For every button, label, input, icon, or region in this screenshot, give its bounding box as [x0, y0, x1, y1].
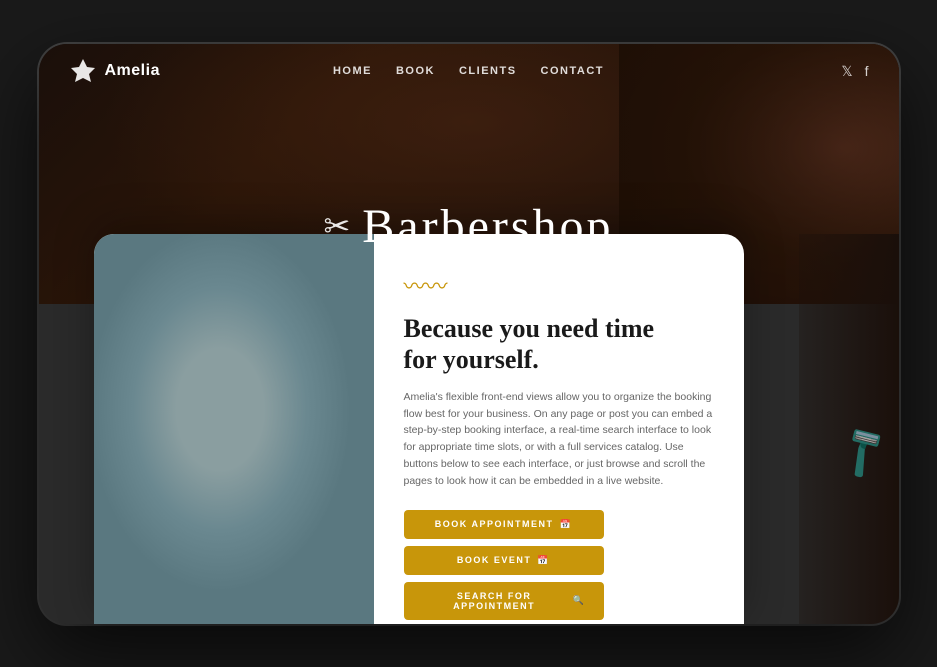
- card-photo: [94, 234, 374, 624]
- nav-book[interactable]: BOOK: [396, 65, 435, 77]
- card-heading: Because you need time for yourself.: [404, 313, 714, 375]
- book-appointment-label: BOOK APPOINTMENT: [435, 519, 554, 529]
- book-event-icon: 📅: [537, 555, 550, 566]
- device-frame: Amelia HOME BOOK CLIENTS CONTACT 𝕏 f ✂ B…: [39, 44, 899, 624]
- card-overlay: 〰〰 Because you need time for yourself. A…: [94, 234, 744, 624]
- nav-contact[interactable]: CONTACT: [541, 65, 604, 77]
- twitter-icon[interactable]: 𝕏: [841, 63, 852, 80]
- barbershop-hero: ✂ Barbershop: [323, 199, 613, 254]
- logo-icon: [69, 57, 97, 85]
- social-icons: 𝕏 f: [604, 63, 868, 80]
- facebook-icon[interactable]: f: [865, 63, 869, 79]
- search-appointment-button[interactable]: SEARCH FOR APPOINTMENT 🔍: [404, 582, 604, 620]
- barbershop-title: ✂ Barbershop: [323, 199, 613, 254]
- search-icon: 🔍: [573, 595, 586, 606]
- nav-home[interactable]: HOME: [333, 65, 372, 77]
- card-content: 〰〰 Because you need time for yourself. A…: [374, 234, 744, 624]
- scissors-icon: ✂: [323, 207, 350, 245]
- book-event-label: BOOK EVENT: [457, 555, 532, 565]
- card-ornament: 〰〰: [404, 269, 714, 301]
- barber-tool-icon: 🪒: [830, 417, 897, 483]
- book-appointment-button[interactable]: BOOK APPOINTMENT 📅: [404, 510, 604, 539]
- logo-area: Amelia: [69, 57, 333, 85]
- card-description: Amelia's flexible front-end views allow …: [404, 389, 714, 490]
- cta-buttons: BOOK APPOINTMENT 📅 BOOK EVENT 📅 SEARCH F…: [404, 510, 714, 624]
- nav-clients[interactable]: CLIENTS: [459, 65, 517, 77]
- logo-text: Amelia: [105, 62, 160, 80]
- search-appointment-label: SEARCH FOR APPOINTMENT: [422, 591, 567, 611]
- book-appointment-icon: 📅: [559, 519, 572, 530]
- face-mask-image: [94, 234, 374, 624]
- nav-links: HOME BOOK CLIENTS CONTACT: [333, 65, 604, 77]
- barbershop-title-text: Barbershop: [362, 199, 613, 254]
- book-event-button[interactable]: BOOK EVENT 📅: [404, 546, 604, 575]
- navbar: Amelia HOME BOOK CLIENTS CONTACT 𝕏 f: [39, 44, 899, 99]
